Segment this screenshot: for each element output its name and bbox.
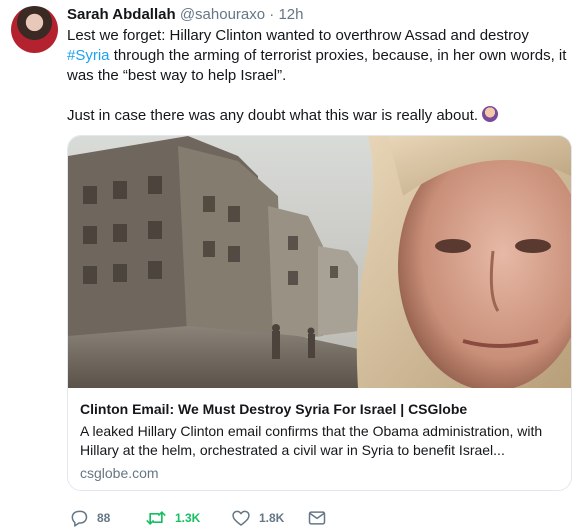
timestamp[interactable]: 12h — [278, 6, 303, 23]
reply-icon — [71, 510, 88, 527]
card-title[interactable]: Clinton Email: We Must Destroy Syria For… — [80, 400, 560, 419]
author-handle[interactable]: @sahouraxo — [180, 6, 265, 23]
tweet-header: Sarah Abdallah @sahouraxo · 12h — [67, 5, 303, 25]
avatar[interactable] — [11, 6, 58, 53]
separator-dot: · — [269, 6, 275, 23]
card-description: A leaked Hillary Clinton email confirms … — [80, 423, 543, 458]
retweet-button[interactable]: 1.3K — [145, 508, 200, 528]
author-name[interactable]: Sarah Abdallah — [67, 6, 176, 23]
reply-count: 88 — [97, 511, 111, 525]
retweet-count: 1.3K — [175, 511, 201, 525]
tweet-actions: 88 1.3K 1.8K — [67, 508, 567, 530]
envelope-icon — [308, 511, 326, 525]
hashtag-link[interactable]: #Syria — [67, 47, 110, 64]
link-card[interactable]: Clinton Email: We Must Destroy Syria For… — [67, 135, 572, 491]
woman-tipping-hand-icon — [482, 106, 499, 122]
direct-message-button[interactable] — [307, 508, 327, 528]
reply-button[interactable]: 88 — [69, 508, 110, 528]
tweet-text-part: Just in case there was any doubt what th… — [67, 107, 479, 124]
card-domain: csglobe.com — [80, 465, 159, 481]
retweet-icon — [146, 511, 166, 525]
like-button[interactable]: 1.8K — [231, 508, 284, 528]
like-count: 1.8K — [259, 511, 285, 525]
tweet-paragraph-1: Lest we forget: Hillary Clinton wanted t… — [67, 26, 567, 86]
tweet-paragraph-2: Just in case there was any doubt what th… — [67, 106, 567, 126]
card-image-graphic — [68, 136, 571, 388]
tweet-text-part: Lest we forget: Hillary Clinton wanted t… — [67, 27, 529, 44]
card-text: Clinton Email: We Must Destroy Syria For… — [80, 400, 560, 482]
card-image[interactable] — [68, 136, 571, 388]
tweet-text-part: through the arming of terrorist proxies,… — [67, 47, 567, 84]
tweet: Sarah Abdallah @sahouraxo · 12h Lest we … — [0, 0, 577, 531]
heart-icon — [232, 510, 250, 526]
tweet-text: Lest we forget: Hillary Clinton wanted t… — [67, 26, 567, 126]
